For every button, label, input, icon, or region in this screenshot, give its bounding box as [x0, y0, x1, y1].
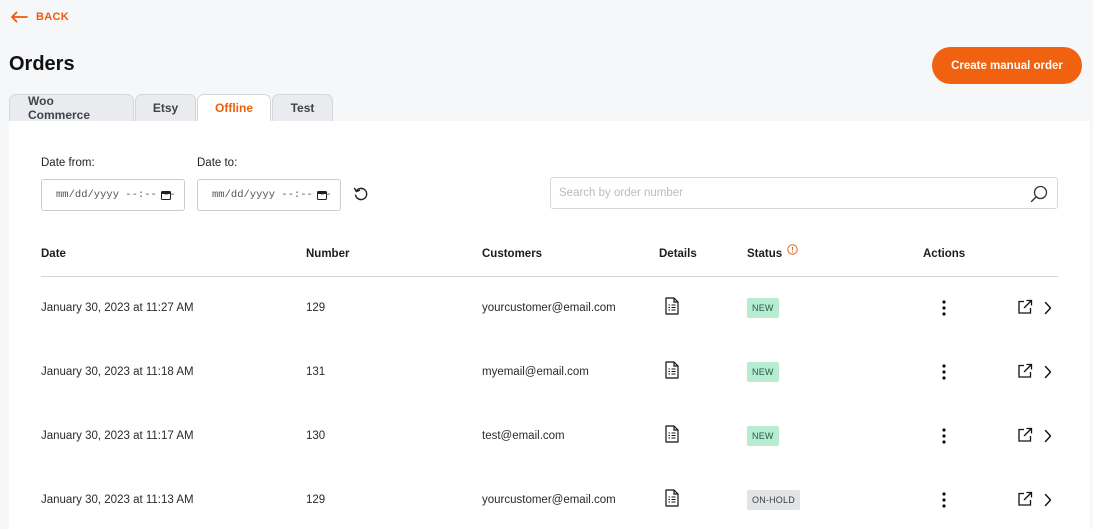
external-link-icon[interactable]: [1017, 491, 1033, 507]
tab-offline[interactable]: Offline: [197, 94, 271, 121]
arrow-left-icon: [11, 11, 28, 23]
chevron-right-icon[interactable]: [1043, 493, 1053, 507]
calendar-icon[interactable]: [317, 190, 327, 200]
order-number: 129: [306, 302, 326, 314]
more-vertical-icon[interactable]: [939, 362, 949, 382]
document-icon[interactable]: [665, 297, 679, 315]
back-link[interactable]: BACK: [10, 11, 69, 23]
table-row: January 30, 2023 at 11:13 AM 129 yourcus…: [9, 469, 1090, 529]
info-icon[interactable]: [787, 244, 798, 255]
search-icon[interactable]: [1030, 185, 1048, 203]
status-badge: NEW: [747, 298, 779, 318]
document-icon[interactable]: [665, 489, 679, 507]
table-row: January 30, 2023 at 11:27 AM 129 yourcus…: [9, 277, 1090, 341]
orders-panel: Date from: mm/dd/yyyy --:-- -- Date to: …: [9, 121, 1090, 529]
order-date: January 30, 2023 at 11:27 AM: [41, 302, 194, 314]
column-header-actions: Actions: [923, 248, 966, 260]
external-link-icon[interactable]: [1017, 427, 1033, 443]
external-link-icon[interactable]: [1017, 363, 1033, 379]
order-number: 130: [306, 430, 326, 442]
refresh-icon[interactable]: [352, 185, 370, 203]
order-number: 131: [306, 366, 326, 378]
date-to-label: Date to:: [197, 157, 238, 169]
order-date: January 30, 2023 at 11:17 AM: [41, 430, 194, 442]
tab-woo-commerce[interactable]: Woo Commerce: [9, 94, 134, 122]
more-vertical-icon[interactable]: [939, 298, 949, 318]
order-customer: myemail@email.com: [482, 366, 589, 378]
date-from-input[interactable]: mm/dd/yyyy --:-- --: [41, 179, 185, 211]
tab-test[interactable]: Test: [272, 94, 333, 121]
document-icon[interactable]: [665, 361, 679, 379]
status-badge: NEW: [747, 362, 779, 382]
more-vertical-icon[interactable]: [939, 426, 949, 446]
back-label: BACK: [36, 11, 69, 23]
date-to-input[interactable]: mm/dd/yyyy --:-- --: [197, 179, 341, 211]
column-header-status: Status: [747, 248, 783, 260]
more-vertical-icon[interactable]: [939, 490, 949, 510]
search-box: [550, 177, 1058, 209]
order-customer: yourcustomer@email.com: [482, 494, 616, 506]
chevron-right-icon[interactable]: [1043, 301, 1053, 315]
column-header-date: Date: [41, 248, 66, 260]
date-to-value: mm/dd/yyyy --:-- --: [212, 189, 332, 201]
date-from-value: mm/dd/yyyy --:-- --: [56, 189, 176, 201]
table-row: January 30, 2023 at 11:18 AM 131 myemail…: [9, 341, 1090, 405]
chevron-right-icon[interactable]: [1043, 429, 1053, 443]
order-customer: yourcustomer@email.com: [482, 302, 616, 314]
tab-etsy[interactable]: Etsy: [135, 94, 196, 121]
column-header-details: Details: [659, 248, 697, 260]
calendar-icon[interactable]: [161, 190, 171, 200]
table-row: January 30, 2023 at 11:17 AM 130 test@em…: [9, 405, 1090, 469]
date-from-label: Date from:: [41, 157, 95, 169]
status-badge: ON-HOLD: [747, 490, 800, 510]
create-manual-order-button[interactable]: Create manual order: [932, 47, 1082, 84]
column-header-number: Number: [306, 248, 350, 260]
search-input[interactable]: [559, 179, 1019, 207]
tab-bar: Woo Commerce Etsy Offline Test: [9, 94, 333, 122]
order-date: January 30, 2023 at 11:18 AM: [41, 366, 194, 378]
order-date: January 30, 2023 at 11:13 AM: [41, 494, 194, 506]
status-badge: NEW: [747, 426, 779, 446]
column-header-customers: Customers: [482, 248, 543, 260]
chevron-right-icon[interactable]: [1043, 365, 1053, 379]
document-icon[interactable]: [665, 425, 679, 443]
order-customer: test@email.com: [482, 430, 565, 442]
page-title: Orders: [9, 53, 75, 75]
external-link-icon[interactable]: [1017, 299, 1033, 315]
order-number: 129: [306, 494, 326, 506]
